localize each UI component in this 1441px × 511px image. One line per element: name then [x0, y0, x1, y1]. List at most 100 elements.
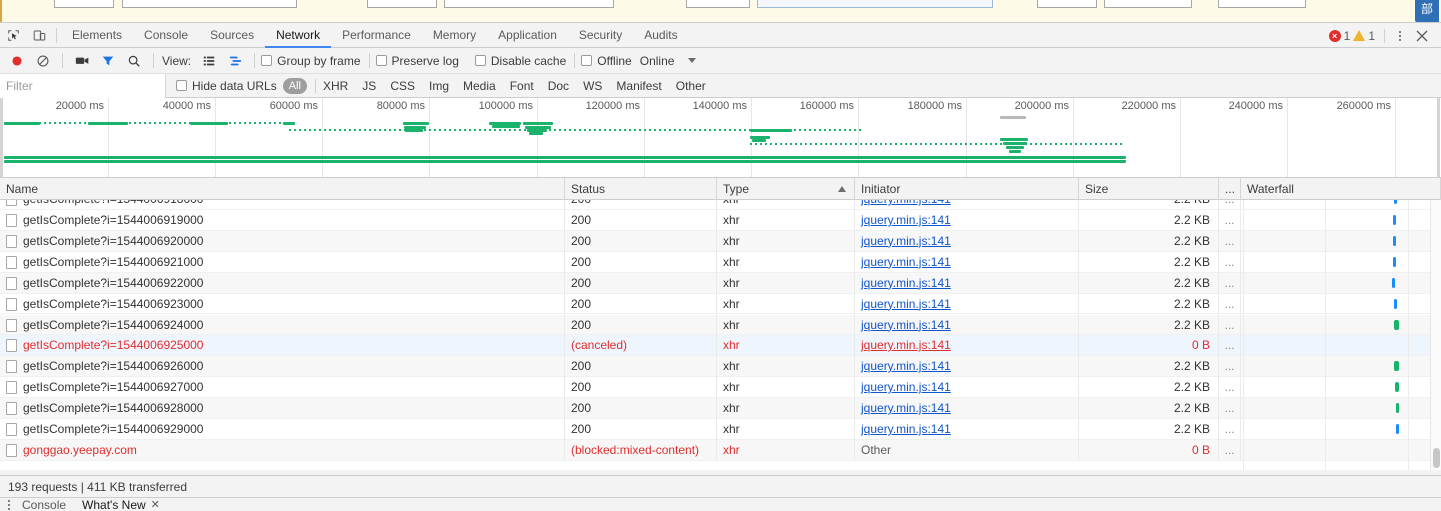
type-filter-manifest[interactable]: Manifest — [616, 79, 661, 93]
preserve-log-checkbox[interactable]: Preserve log — [375, 54, 459, 68]
record-button-icon[interactable] — [4, 49, 30, 73]
close-devtools-icon[interactable] — [1409, 23, 1435, 48]
drawer-tab-console[interactable]: Console — [22, 498, 66, 511]
drawer-tab-what-s-new[interactable]: What's New — [82, 498, 146, 511]
offline-checkbox[interactable]: Offline — [581, 54, 632, 68]
initiator-link[interactable]: jquery.min.js:141 — [861, 276, 951, 290]
column-header-waterfall[interactable]: Waterfall — [1241, 178, 1441, 200]
capture-screenshots-icon[interactable] — [69, 49, 95, 73]
page-form-field-7[interactable] — [1104, 0, 1192, 8]
cell-initiator[interactable]: jquery.min.js:141 — [855, 419, 1079, 440]
table-row[interactable]: getIsComplete?i=1544006926000 200 xhr jquer… — [0, 356, 1441, 378]
column-header-overflowoverflowoverflow[interactable]: ... — [1219, 178, 1241, 200]
type-filter-ws[interactable]: WS — [583, 79, 602, 93]
clear-icon[interactable] — [30, 49, 56, 73]
type-filter-js[interactable]: JS — [362, 79, 376, 93]
cell-initiator[interactable]: jquery.min.js:141 — [855, 210, 1079, 231]
initiator-link[interactable]: jquery.min.js:141 — [861, 359, 951, 373]
page-form-field-2[interactable] — [367, 0, 437, 8]
filter-input[interactable] — [0, 73, 166, 98]
cell-initiator[interactable]: jquery.min.js:141 — [855, 314, 1079, 336]
table-row[interactable]: getIsComplete?i=1544006928000 200 xhr jquer… — [0, 398, 1441, 419]
initiator-link[interactable]: jquery.min.js:141 — [861, 422, 951, 436]
type-filter-img[interactable]: Img — [429, 79, 449, 93]
page-form-field-0[interactable] — [54, 0, 114, 8]
column-header-size[interactable]: Size — [1079, 178, 1219, 200]
table-row[interactable]: getIsComplete?i=1544006927000 200 xhr jquer… — [0, 377, 1441, 399]
column-header-status[interactable]: Status — [565, 178, 717, 200]
table-vertical-scrollbar[interactable] — [1430, 200, 1441, 470]
cell-initiator[interactable]: jquery.min.js:141 — [855, 251, 1079, 273]
table-row[interactable]: getIsComplete?i=1544006920000 200 xhr jquer… — [0, 230, 1441, 252]
disable-cache-checkbox[interactable]: Disable cache — [474, 54, 566, 68]
table-row[interactable]: getIsComplete?i=1544006919000 200 xhr jquer… — [0, 210, 1441, 231]
table-row[interactable]: getIsComplete?i=1544006923000 200 xhr jquer… — [0, 293, 1441, 315]
table-row[interactable]: getIsComplete?i=1544006925000 (canceled) x… — [0, 335, 1441, 357]
drawer-menu-icon[interactable] — [8, 499, 10, 510]
page-side-tab[interactable]: 部 — [1415, 0, 1439, 22]
tab-audits[interactable]: Audits — [633, 23, 688, 48]
tab-performance[interactable]: Performance — [331, 23, 422, 48]
group-by-frame-checkbox[interactable]: Group by frame — [261, 54, 361, 68]
type-filter-other[interactable]: Other — [676, 79, 706, 93]
cell-initiator[interactable]: jquery.min.js:141 — [855, 200, 1079, 210]
cell-initiator[interactable]: jquery.min.js:141 — [855, 398, 1079, 419]
type-filter-all[interactable]: All — [282, 77, 307, 94]
initiator-link[interactable]: jquery.min.js:141 — [861, 255, 951, 269]
type-filter-media[interactable]: Media — [463, 79, 496, 93]
cell-initiator[interactable]: jquery.min.js:141 — [855, 356, 1079, 378]
cell-initiator[interactable]: jquery.min.js:141 — [855, 335, 1079, 357]
waterfall-view-icon[interactable] — [222, 49, 248, 73]
initiator-link[interactable]: jquery.min.js:141 — [861, 200, 951, 206]
column-header-initiator[interactable]: Initiator — [855, 178, 1079, 200]
page-form-field-8[interactable] — [1218, 0, 1306, 8]
initiator-link[interactable]: jquery.min.js:141 — [861, 234, 951, 248]
table-row[interactable]: getIsComplete?i=1544006924000 200 xhr jquer… — [0, 314, 1441, 336]
type-filter-css[interactable]: CSS — [390, 79, 415, 93]
warning-badge[interactable]: 1 — [1353, 29, 1375, 43]
scrollbar-thumb[interactable] — [1433, 448, 1440, 468]
type-filter-doc[interactable]: Doc — [548, 79, 569, 93]
page-form-field-5[interactable] — [757, 0, 993, 8]
tab-application[interactable]: Application — [487, 23, 568, 48]
type-filter-font[interactable]: Font — [510, 79, 534, 93]
search-icon[interactable] — [121, 49, 147, 73]
drawer-tab-close-icon[interactable]: ✕ — [151, 498, 160, 511]
tab-sources[interactable]: Sources — [199, 23, 265, 48]
initiator-link[interactable]: jquery.min.js:141 — [861, 318, 951, 332]
page-form-field-3[interactable] — [444, 0, 614, 8]
cell-initiator[interactable]: jquery.min.js:141 — [855, 377, 1079, 399]
table-row[interactable]: getIsComplete?i=1544006922000 200 xhr jquer… — [0, 272, 1441, 294]
inspect-element-icon[interactable] — [0, 23, 26, 47]
filter-icon[interactable] — [95, 49, 121, 73]
initiator-link[interactable]: jquery.min.js:141 — [861, 297, 951, 311]
table-row[interactable]: getIsComplete?i=1544006929000 200 xhr jquer… — [0, 419, 1441, 440]
tab-network[interactable]: Network — [265, 23, 331, 48]
page-form-field-1[interactable] — [122, 0, 297, 8]
device-toolbar-icon[interactable] — [26, 23, 52, 47]
hide-data-urls-checkbox[interactable]: Hide data URLs — [176, 79, 277, 93]
tab-security[interactable]: Security — [568, 23, 633, 48]
table-row-partial[interactable]: getIsComplete?i=1544006918000200xhr jquer… — [0, 200, 1441, 210]
column-header-type[interactable]: Type — [717, 178, 855, 200]
initiator-link[interactable]: jquery.min.js:141 — [861, 338, 951, 352]
throttling-value[interactable]: Online — [640, 54, 675, 68]
page-form-field-4[interactable] — [686, 0, 750, 8]
tab-console[interactable]: Console — [133, 23, 199, 48]
page-form-field-6[interactable] — [1037, 0, 1097, 8]
cell-initiator[interactable]: jquery.min.js:141 — [855, 293, 1079, 315]
initiator-link[interactable]: jquery.min.js:141 — [861, 380, 951, 394]
table-row[interactable]: gonggao.yeepay.com (blocked:mixed-content… — [0, 439, 1441, 461]
tab-elements[interactable]: Elements — [61, 23, 133, 48]
initiator-link[interactable]: jquery.min.js:141 — [861, 401, 951, 415]
more-options-icon[interactable] — [1391, 30, 1409, 41]
overview-window-handle-1[interactable] — [1437, 98, 1440, 177]
cell-initiator[interactable]: jquery.min.js:141 — [855, 272, 1079, 294]
column-header-name[interactable]: Name — [0, 178, 565, 200]
overview-window-handle-0[interactable] — [0, 98, 3, 177]
error-badge[interactable]: × 1 — [1328, 29, 1350, 43]
initiator-link[interactable]: jquery.min.js:141 — [861, 213, 951, 227]
tab-memory[interactable]: Memory — [422, 23, 487, 48]
type-filter-xhr[interactable]: XHR — [323, 79, 348, 93]
list-view-icon[interactable] — [196, 49, 222, 73]
